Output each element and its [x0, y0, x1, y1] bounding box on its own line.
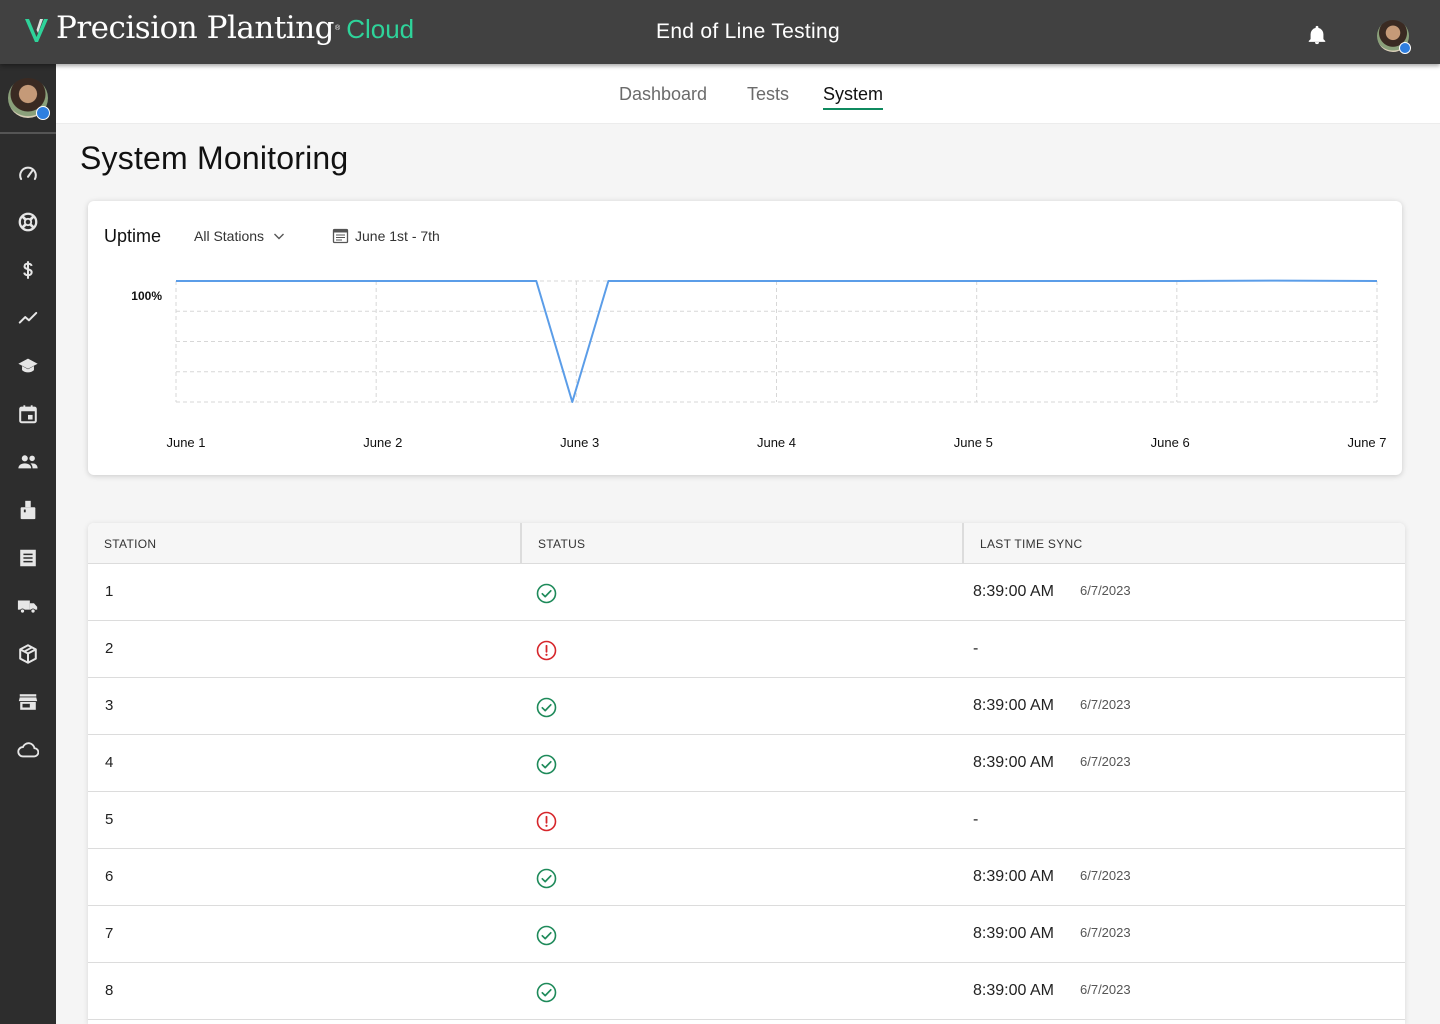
uptime-chart: June 1 June 2 June 3 June 4 June 5 June 6 June… [131, 279, 1387, 450]
app-title: End of Line Testing [656, 20, 840, 43]
status-ok-icon [536, 868, 557, 889]
x-tick-label: June 1 [166, 435, 205, 450]
dollar-icon [23, 261, 33, 279]
sidebar-item-analytics[interactable] [16, 306, 40, 330]
y-tick-label: 100% [131, 289, 162, 303]
table-row[interactable]: 1 8:39:00 AM 6/7/2023 [88, 564, 1405, 621]
table-row[interactable]: 2- [88, 621, 1405, 678]
x-tick-label: June 2 [363, 435, 402, 450]
tab-tests[interactable]: Tests [747, 84, 789, 105]
sync-date-cell: 6/7/2023 [1080, 982, 1131, 997]
top-app-bar: Precision Planting ® Cloud End of Line T… [0, 0, 1440, 64]
table-row[interactable]: 4 8:39:00 AM 6/7/2023 [88, 735, 1405, 792]
status-error-icon [536, 640, 557, 661]
status-ok-icon [536, 583, 557, 604]
status-ok-icon [536, 925, 557, 946]
table-row[interactable]: 8 8:39:00 AM 6/7/2023 [88, 963, 1405, 1020]
sync-date-cell: 6/7/2023 [1080, 868, 1131, 883]
sidebar-item-users[interactable] [16, 450, 40, 474]
avatar-badge-icon [1399, 42, 1411, 54]
sync-date-cell: 6/7/2023 [1080, 925, 1131, 940]
column-header-station[interactable]: STATION [88, 523, 520, 564]
sidebar-item-support[interactable] [16, 210, 40, 234]
nav-tabs: Dashboard Tests System [56, 64, 1440, 124]
sidebar-item-dashboard[interactable] [16, 162, 40, 186]
x-tick-label: June 6 [1151, 435, 1190, 450]
sidebar-item-training[interactable] [16, 354, 40, 378]
status-ok-icon [536, 982, 557, 1003]
box-hand-icon [20, 500, 36, 520]
sidebar-item-calendar[interactable] [16, 402, 40, 426]
people-icon [18, 455, 38, 469]
sidebar-item-cloud[interactable] [16, 738, 40, 762]
sync-time-cell: 8:39:00 AM [973, 583, 1054, 600]
station-cell: 8 [105, 982, 114, 999]
sidebar-item-inventory[interactable] [16, 498, 40, 522]
column-header-status[interactable]: STATUS [520, 523, 962, 564]
user-avatar[interactable] [1377, 20, 1411, 54]
avatar-badge-icon [36, 106, 50, 120]
table-header: STATION STATUS LAST TIME SYNC [88, 523, 1405, 564]
sync-date-cell: 6/7/2023 [1080, 697, 1131, 712]
notifications-bell-icon[interactable] [1306, 24, 1328, 46]
x-tick-label: June 5 [954, 435, 993, 450]
sidebar [0, 64, 56, 1024]
station-cell: 5 [105, 811, 114, 828]
sidebar-item-products[interactable] [16, 642, 40, 666]
sync-date-cell: 6/7/2023 [1080, 583, 1131, 598]
status-error-icon [536, 811, 557, 832]
status-ok-icon [536, 697, 557, 718]
sync-time-cell: - [973, 811, 979, 828]
sidebar-item-store[interactable] [16, 690, 40, 714]
calendar-icon [19, 405, 37, 424]
table-row[interactable]: 5- [88, 792, 1405, 849]
station-cell: 6 [105, 868, 114, 885]
sidebar-item-orders[interactable] [16, 546, 40, 570]
x-tick-label: June 7 [1347, 435, 1386, 450]
page-title: System Monitoring [80, 140, 349, 176]
x-tick-label: June 3 [560, 435, 599, 450]
sync-time-cell: - [973, 640, 979, 657]
sync-time-cell: 8:39:00 AM [973, 982, 1054, 999]
receipt-icon [20, 549, 36, 567]
uptime-card: Uptime All Stations June 1st - 7th June … [88, 201, 1402, 475]
lifebuoy-icon [18, 212, 38, 232]
station-cell: 3 [105, 697, 114, 714]
tab-system[interactable]: System [823, 84, 884, 110]
x-tick-label: June 4 [757, 435, 796, 450]
sync-date-cell: 6/7/2023 [1080, 754, 1131, 769]
sync-time-cell: 8:39:00 AM [973, 868, 1054, 885]
cube-icon [19, 644, 37, 664]
column-header-last-sync[interactable]: LAST TIME SYNC [962, 523, 1405, 564]
status-ok-icon [536, 754, 557, 775]
station-cell: 7 [105, 925, 114, 942]
table-row[interactable]: 3 8:39:00 AM 6/7/2023 [88, 678, 1405, 735]
store-icon [18, 694, 38, 710]
sync-time-cell: 8:39:00 AM [973, 754, 1054, 771]
sidebar-divider [0, 132, 56, 134]
graduation-cap-icon [18, 358, 38, 373]
sync-time-cell: 8:39:00 AM [973, 925, 1054, 942]
sidebar-avatar[interactable] [8, 78, 50, 120]
table-row[interactable]: 7 8:39:00 AM 6/7/2023 [88, 906, 1405, 963]
cloud-icon [17, 742, 39, 758]
trending-line-icon [18, 311, 38, 324]
table-row[interactable]: 6 8:39:00 AM 6/7/2023 [88, 849, 1405, 906]
station-cell: 1 [105, 583, 114, 600]
station-cell: 4 [105, 754, 114, 771]
stations-table: STATION STATUS LAST TIME SYNC 1 8:39:00 A… [88, 523, 1405, 1024]
sync-time-cell: 8:39:00 AM [973, 697, 1054, 714]
truck-icon [17, 600, 38, 614]
station-cell: 2 [105, 640, 114, 657]
sidebar-item-shipping[interactable] [16, 594, 40, 618]
sidebar-item-pricing[interactable] [16, 258, 40, 282]
tab-dashboard[interactable]: Dashboard [619, 84, 707, 105]
speedometer-icon [19, 166, 37, 181]
